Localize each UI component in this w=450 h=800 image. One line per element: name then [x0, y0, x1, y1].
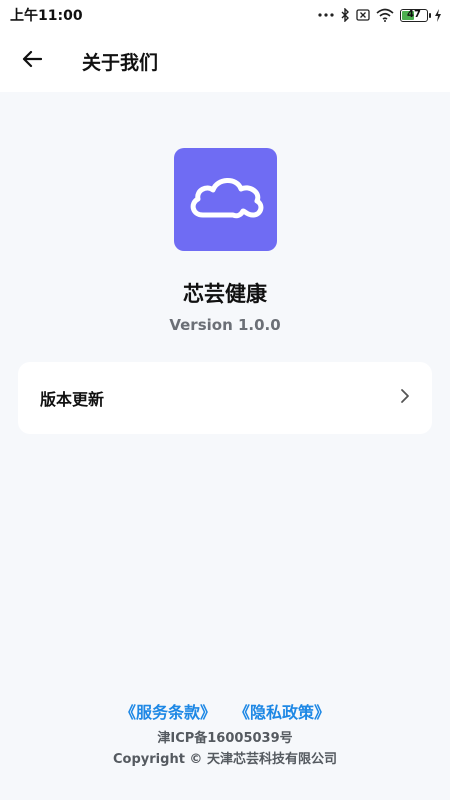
arrow-left-icon	[22, 50, 43, 72]
battery-level: 47	[407, 8, 421, 20]
page-title: 关于我们	[82, 51, 159, 74]
sim-blocked-icon	[356, 9, 370, 21]
copyright: Copyright © 天津芯芸科技有限公司	[113, 752, 337, 767]
status-bar: 上午11:00 47	[0, 0, 450, 30]
charging-icon	[434, 8, 442, 22]
app-name: 芯芸健康	[183, 282, 267, 306]
app-bar: 关于我们	[0, 30, 450, 92]
back-button[interactable]	[0, 30, 64, 92]
cloud-icon	[187, 173, 265, 227]
app-logo	[174, 148, 277, 251]
version-update-item[interactable]: 版本更新	[18, 362, 432, 434]
icp-number: 津ICP备16005039号	[157, 731, 293, 746]
status-icons: 47	[318, 8, 442, 22]
more-dots-icon	[318, 12, 334, 18]
bluetooth-icon	[340, 8, 350, 22]
battery-icon: 47	[400, 8, 431, 22]
privacy-link[interactable]: 《隐私政策》	[234, 699, 330, 723]
status-time: 上午11:00	[10, 8, 83, 24]
footer-links: 《服务条款》 《隐私政策》	[0, 699, 450, 723]
wifi-icon	[376, 8, 394, 22]
chevron-right-icon	[400, 388, 410, 408]
terms-link[interactable]: 《服务条款》	[120, 699, 216, 723]
version-update-label: 版本更新	[40, 390, 105, 409]
app-version: Version 1.0.0	[169, 316, 281, 334]
